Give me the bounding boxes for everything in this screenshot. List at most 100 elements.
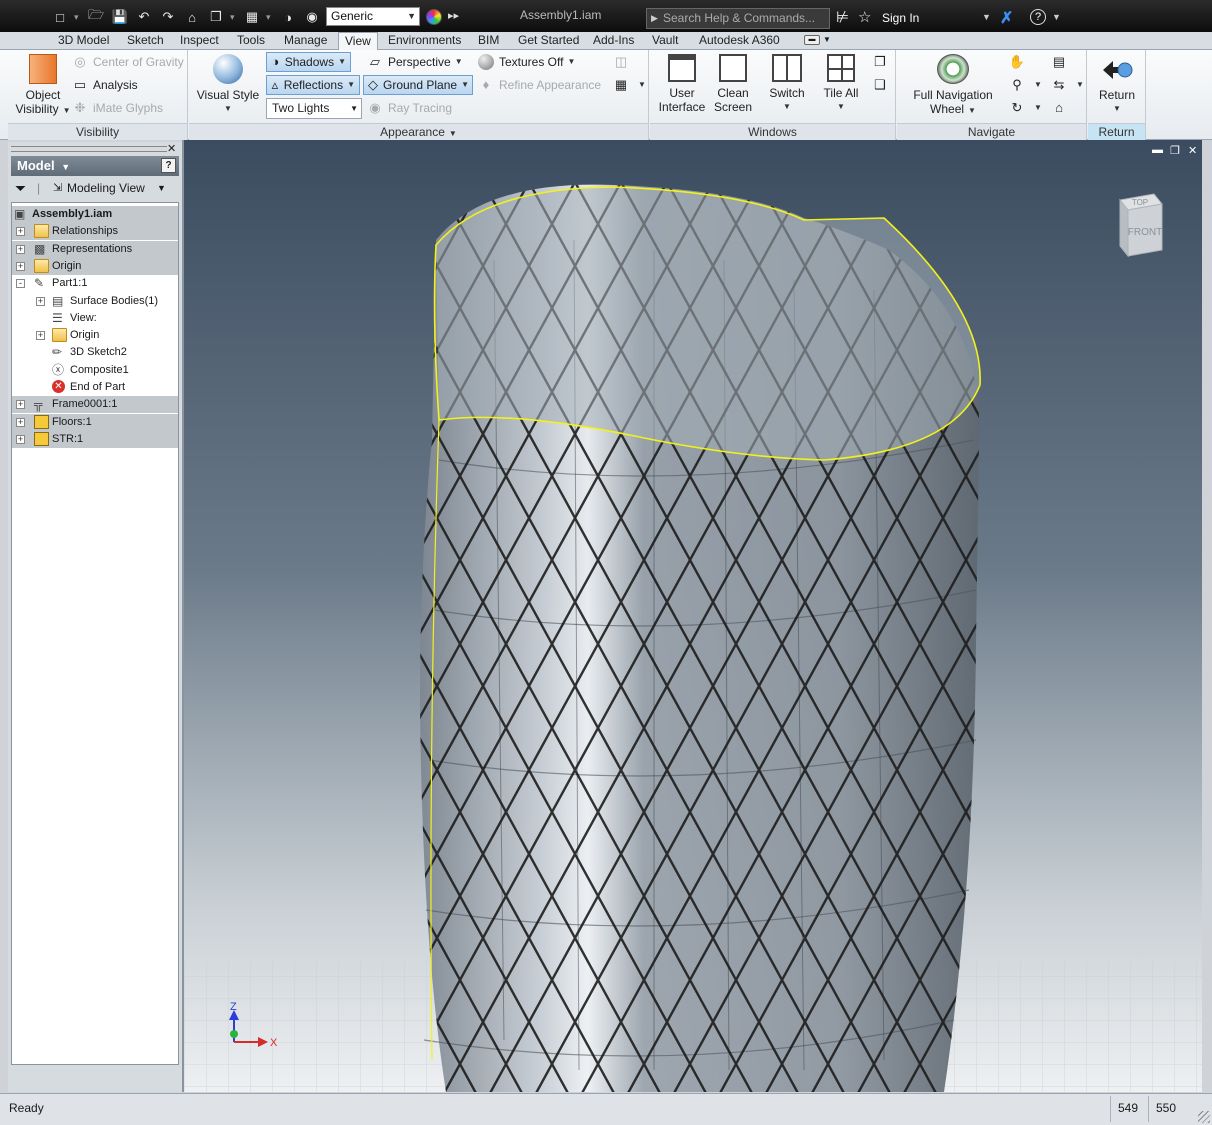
cascade-button[interactable]: ❐ xyxy=(872,52,893,72)
return-button[interactable]: Return ▼ xyxy=(1092,56,1142,116)
chevron-down-icon[interactable]: ▼ xyxy=(982,12,991,22)
save-icon[interactable]: 💾 xyxy=(110,8,130,26)
chevron-down-icon[interactable]: ▼ xyxy=(461,75,469,95)
browser-grip[interactable] xyxy=(11,146,167,152)
refine-appearance-button[interactable]: ♦ Refine Appearance xyxy=(478,75,601,95)
view-select-label[interactable]: Modeling View xyxy=(67,177,145,199)
undo-icon[interactable]: ↶ xyxy=(134,8,154,26)
chevron-down-icon[interactable]: ▼ xyxy=(638,75,646,95)
perspective-button[interactable]: ▱ Perspective ▼ xyxy=(367,52,463,72)
chevron-down-icon[interactable]: ▼ xyxy=(1034,98,1042,118)
previous-view-button[interactable]: ⇆ ▼ xyxy=(1051,75,1084,95)
tree-node[interactable]: + Relationships xyxy=(12,223,178,241)
chevron-down-icon[interactable]: ▼ xyxy=(347,75,355,95)
full-navigation-wheel-button[interactable]: Full Navigation Wheel ▼ xyxy=(905,54,1001,118)
imate-glyphs-button[interactable]: ❉ iMate Glyphs xyxy=(72,98,163,118)
chevron-down-icon[interactable]: ▼ xyxy=(823,35,831,44)
chevron-down-icon[interactable]: ▼ xyxy=(61,162,70,172)
chevron-down-icon[interactable]: ▼ xyxy=(338,52,346,72)
tree-node[interactable]: + ▩ Representations xyxy=(12,240,178,258)
expand-icon[interactable]: + xyxy=(36,296,45,306)
home-view-button[interactable]: ⌂ xyxy=(1051,98,1072,118)
tab-view[interactable]: View xyxy=(338,32,378,51)
chevron-down-icon[interactable]: ▼ xyxy=(1034,75,1042,95)
tree-node[interactable]: ✏ 3D Sketch2 xyxy=(12,344,178,361)
tab-3d-model[interactable]: 3D Model xyxy=(52,32,115,50)
help-icon[interactable]: ? xyxy=(1030,9,1046,25)
color-wheel-icon[interactable] xyxy=(426,9,442,25)
chevron-down-icon[interactable]: ▼ xyxy=(157,177,166,199)
help-icon[interactable]: ? xyxy=(161,158,176,173)
close-icon[interactable]: ✕ xyxy=(167,142,176,155)
chevron-down-icon[interactable]: ▼ xyxy=(1052,12,1061,22)
tab-environments[interactable]: Environments xyxy=(382,32,467,50)
analysis-button[interactable]: ▭ Analysis xyxy=(72,75,138,95)
tab-bim[interactable]: BIM xyxy=(472,32,505,50)
expand-icon[interactable]: + xyxy=(16,417,25,427)
tree-node[interactable]: + Floors:1 xyxy=(12,413,178,431)
browser-title-bar[interactable]: Model ▼ ? xyxy=(11,156,179,176)
material-select[interactable]: Generic ▼ xyxy=(326,7,420,26)
resize-grip[interactable] xyxy=(1198,1111,1210,1123)
star-icon[interactable]: ☆ xyxy=(858,8,871,26)
select-icon[interactable]: ◑ xyxy=(278,8,298,26)
tree-node[interactable]: ⓧ Composite1 xyxy=(12,362,178,379)
tile-all-button[interactable]: Tile All ▼ xyxy=(816,54,866,114)
appearance-panel-title[interactable]: Appearance ▼ xyxy=(189,123,648,140)
tab-autodesk-a360[interactable]: Autodesk A360 xyxy=(693,32,786,50)
tab-inspect[interactable]: Inspect xyxy=(174,32,225,50)
search-help-input[interactable]: ▶ Search Help & Commands... xyxy=(646,8,830,29)
chevron-down-icon[interactable]: ▼ xyxy=(455,52,463,72)
tree-node[interactable]: ✕ End of Part xyxy=(12,379,178,396)
projects-icon[interactable]: ❐ xyxy=(206,8,226,26)
textures-button[interactable]: Textures Off ▼ xyxy=(478,52,575,72)
tab-tools[interactable]: Tools xyxy=(231,32,271,50)
binoculars-icon[interactable]: ⊭ xyxy=(836,8,849,26)
tree-node[interactable]: + ▤ Surface Bodies(1) xyxy=(12,293,178,310)
section-view-button[interactable]: ▦ ▼ xyxy=(613,75,646,95)
exchange-apps-icon[interactable]: ✗ xyxy=(1000,8,1013,28)
lighting-style-select[interactable]: Two Lights ▼ xyxy=(266,98,362,119)
viewcube-front-label[interactable]: FRONT xyxy=(1128,227,1162,238)
shadows-button[interactable]: ◑ Shadows ▼ xyxy=(266,52,351,72)
object-visibility-button[interactable]: Object Visibility ▼ xyxy=(14,54,72,118)
open-icon[interactable]: 🗁 xyxy=(86,7,106,26)
tree-node[interactable]: ☰ View: xyxy=(12,310,178,327)
zoom-button[interactable]: ⚲ ▼ xyxy=(1009,75,1042,95)
tab-add-ins[interactable]: Add-Ins xyxy=(587,32,640,50)
tab-manage[interactable]: Manage xyxy=(278,32,333,50)
appearance-icon[interactable]: ◉ xyxy=(302,8,322,26)
visual-style-button[interactable]: Visual Style ▼ xyxy=(195,54,261,116)
switch-button[interactable]: Switch ▼ xyxy=(762,54,812,114)
tree-node[interactable]: + Origin xyxy=(12,327,178,344)
tab-vault[interactable]: Vault xyxy=(646,32,684,50)
collapse-icon[interactable]: - xyxy=(16,279,25,289)
graphics-viewport[interactable]: ▬ ❐ ✕ TOP FRONT Z X xyxy=(184,140,1202,1092)
expand-icon[interactable]: + xyxy=(16,434,25,444)
chevron-down-icon[interactable]: ▼ xyxy=(1076,75,1084,95)
reflections-button[interactable]: ▵ Reflections ▼ xyxy=(266,75,360,95)
new-window-button[interactable]: ❑ xyxy=(872,75,893,95)
building-model[interactable] xyxy=(184,140,1202,1092)
tree-node[interactable]: + ╦ Frame0001:1 xyxy=(12,396,178,414)
tab-sketch[interactable]: Sketch xyxy=(121,32,170,50)
orbit-button[interactable]: ↻ ▼ xyxy=(1009,98,1042,118)
redo-icon[interactable]: ↷ xyxy=(158,8,178,26)
clean-screen-button[interactable]: Clean Screen xyxy=(710,54,756,114)
pan-button[interactable]: ✋ xyxy=(1009,52,1030,72)
expand-icon[interactable]: + xyxy=(16,261,25,271)
tree-node[interactable]: ▣ Assembly1.iam xyxy=(12,206,178,223)
tree-node[interactable]: + STR:1 xyxy=(12,430,178,448)
tab-get-started[interactable]: Get Started xyxy=(512,32,585,50)
expand-icon[interactable]: + xyxy=(36,331,45,341)
ray-tracing-button[interactable]: ◉ Ray Tracing xyxy=(367,98,452,118)
viewcube[interactable]: TOP FRONT xyxy=(1114,192,1166,258)
chevron-down-icon[interactable]: ▼ xyxy=(567,52,575,72)
center-of-gravity-button[interactable]: ◎ Center of Gravity xyxy=(72,52,183,72)
tree-node[interactable]: - ✎ Part1:1 xyxy=(12,275,178,292)
view-face-button[interactable]: ▤ xyxy=(1051,52,1072,72)
new-icon[interactable]: □ xyxy=(50,8,70,26)
expand-icon[interactable]: + xyxy=(16,400,25,410)
cutaway-button[interactable]: ◫ xyxy=(613,52,634,72)
sign-in-button[interactable]: Sign In xyxy=(882,11,919,25)
